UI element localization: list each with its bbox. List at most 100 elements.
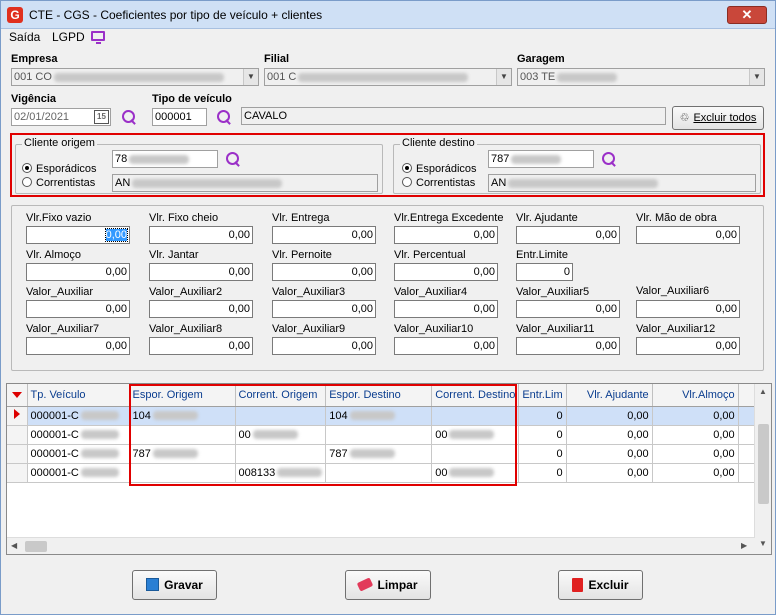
- col-tp-veiculo[interactable]: Tp. Veículo: [27, 384, 130, 407]
- table-cell[interactable]: 0,00: [652, 444, 739, 464]
- scroll-up-icon[interactable]: ▲: [759, 387, 767, 396]
- vigencia-value: 02/01/2021: [14, 111, 70, 123]
- value-input[interactable]: 0,00: [149, 337, 253, 355]
- col-vlr-almoco[interactable]: Vlr.Almoço: [652, 384, 739, 407]
- value-input[interactable]: 0,00: [516, 226, 620, 244]
- value-input[interactable]: 0,00: [272, 300, 376, 318]
- cell-text: 000001-C: [30, 466, 79, 479]
- scroll-thumb[interactable]: [758, 424, 769, 504]
- filial-select[interactable]: 001 C ▼: [264, 68, 512, 86]
- monitor-icon[interactable]: [91, 31, 105, 44]
- value-input[interactable]: 0,00: [26, 226, 130, 244]
- radio-icon: [402, 177, 412, 187]
- search-icon[interactable]: [601, 151, 617, 167]
- value-label: Valor_Auxiliar12: [636, 323, 716, 335]
- value-text: 0,00: [595, 229, 617, 241]
- chevron-down-icon[interactable]: ▼: [496, 69, 511, 85]
- app-logo-icon: G: [7, 7, 23, 23]
- table-cell[interactable]: 0,00: [652, 463, 739, 483]
- value-input[interactable]: 0,00: [636, 226, 740, 244]
- origem-correntistas-radio[interactable]: Correntistas: [22, 177, 95, 189]
- calendar-icon[interactable]: 15: [94, 110, 109, 124]
- value-input[interactable]: 0,00: [149, 300, 253, 318]
- table-cell[interactable]: 0,00: [566, 444, 653, 464]
- table-cell[interactable]: 000001-C: [27, 425, 130, 445]
- destino-correntistas-radio[interactable]: Correntistas: [402, 177, 475, 189]
- table-cell[interactable]: 0,00: [566, 463, 653, 483]
- menu-saida[interactable]: Saída: [9, 30, 40, 44]
- scroll-left-icon[interactable]: ◀: [11, 541, 17, 550]
- scroll-thumb[interactable]: [25, 541, 47, 552]
- close-button[interactable]: ✕: [727, 6, 767, 24]
- table-cell[interactable]: 0,00: [652, 406, 739, 426]
- value-input[interactable]: 0,00: [394, 300, 498, 318]
- chevron-down-icon[interactable]: ▼: [749, 69, 764, 85]
- tipo-veiculo-code-input[interactable]: 000001: [152, 108, 207, 126]
- search-icon[interactable]: [121, 109, 137, 125]
- table-cell[interactable]: 0: [518, 425, 567, 445]
- garagem-select[interactable]: 003 TE ▼: [517, 68, 765, 86]
- row-indicator[interactable]: [7, 425, 28, 445]
- value-input[interactable]: 0,00: [272, 263, 376, 281]
- cell-text: 0,00: [713, 428, 735, 441]
- value-input[interactable]: 0,00: [26, 300, 130, 318]
- scroll-down-icon[interactable]: ▼: [759, 539, 767, 548]
- destino-code-input[interactable]: 787: [488, 150, 594, 168]
- value-text: 0,00: [228, 303, 250, 315]
- table-cell[interactable]: 0: [518, 444, 567, 464]
- destino-name: AN: [488, 174, 756, 192]
- value-input[interactable]: 0,00: [26, 337, 130, 355]
- row-indicator[interactable]: [7, 463, 28, 483]
- table-cell[interactable]: 000001-C: [27, 463, 130, 483]
- row-indicator[interactable]: [7, 406, 28, 426]
- table-cell[interactable]: 0: [518, 406, 567, 426]
- filial-label: Filial: [264, 53, 290, 65]
- value-label: Vlr. Fixo cheio: [149, 212, 219, 224]
- vigencia-date-input[interactable]: 02/01/2021 15: [11, 108, 111, 126]
- tipo-veiculo-desc: CAVALO: [241, 107, 666, 125]
- coeficientes-grid[interactable]: Tp. Veículo Espor. Origem Corrent. Orige…: [6, 383, 772, 555]
- col-vlr-ajudante[interactable]: Vlr. Ajudante: [566, 384, 653, 407]
- table-cell[interactable]: 0,00: [566, 425, 653, 445]
- value-input[interactable]: 0,00: [516, 300, 620, 318]
- value-input[interactable]: 0,00: [272, 337, 376, 355]
- origem-code-input[interactable]: 78: [112, 150, 218, 168]
- value-input[interactable]: 0,00: [516, 337, 620, 355]
- table-cell[interactable]: 000001-C: [27, 406, 130, 426]
- value-text: 0,00: [105, 266, 127, 278]
- value-input[interactable]: 0,00: [394, 263, 498, 281]
- table-cell[interactable]: 0,00: [652, 425, 739, 445]
- value-input[interactable]: 0,00: [26, 263, 130, 281]
- col-entr-lim[interactable]: Entr.Lim: [518, 384, 567, 407]
- search-icon[interactable]: [225, 151, 241, 167]
- cliente-origem-group: Cliente origem Esporádicos Correntistas …: [15, 137, 383, 194]
- excluir-button[interactable]: Excluir: [558, 570, 643, 600]
- origem-esporadicos-radio[interactable]: Esporádicos: [22, 163, 97, 175]
- value-input[interactable]: 0,00: [272, 226, 376, 244]
- table-cell[interactable]: 0: [518, 463, 567, 483]
- table-cell[interactable]: 0,00: [566, 406, 653, 426]
- value-input[interactable]: 0,00: [636, 337, 740, 355]
- limpar-label: Limpar: [377, 578, 418, 592]
- destino-esporadicos-radio[interactable]: Esporádicos: [402, 163, 477, 175]
- value-input[interactable]: 0,00: [149, 263, 253, 281]
- empresa-select[interactable]: 001 CO ▼: [11, 68, 259, 86]
- sort-indicator[interactable]: [7, 384, 28, 407]
- vertical-scrollbar[interactable]: ▲ ▼: [754, 384, 771, 554]
- scroll-right-icon[interactable]: ▶: [741, 541, 747, 550]
- excluir-todos-button[interactable]: ♲ Excluir todos: [672, 106, 764, 130]
- gravar-button[interactable]: Gravar: [132, 570, 217, 600]
- search-icon[interactable]: [216, 109, 232, 125]
- value-label: Valor_Auxiliar8: [149, 323, 223, 335]
- table-cell[interactable]: 000001-C: [27, 444, 130, 464]
- value-input[interactable]: 0: [516, 263, 573, 281]
- value-input[interactable]: 0,00: [394, 337, 498, 355]
- menu-lgpd[interactable]: LGPD: [52, 30, 85, 44]
- value-input[interactable]: 0,00: [394, 226, 498, 244]
- value-input[interactable]: 0,00: [636, 300, 740, 318]
- limpar-button[interactable]: Limpar: [345, 570, 431, 600]
- value-input[interactable]: 0,00: [149, 226, 253, 244]
- horizontal-scrollbar[interactable]: ◀ ▶: [7, 537, 755, 554]
- row-indicator[interactable]: [7, 444, 28, 464]
- chevron-down-icon[interactable]: ▼: [243, 69, 258, 85]
